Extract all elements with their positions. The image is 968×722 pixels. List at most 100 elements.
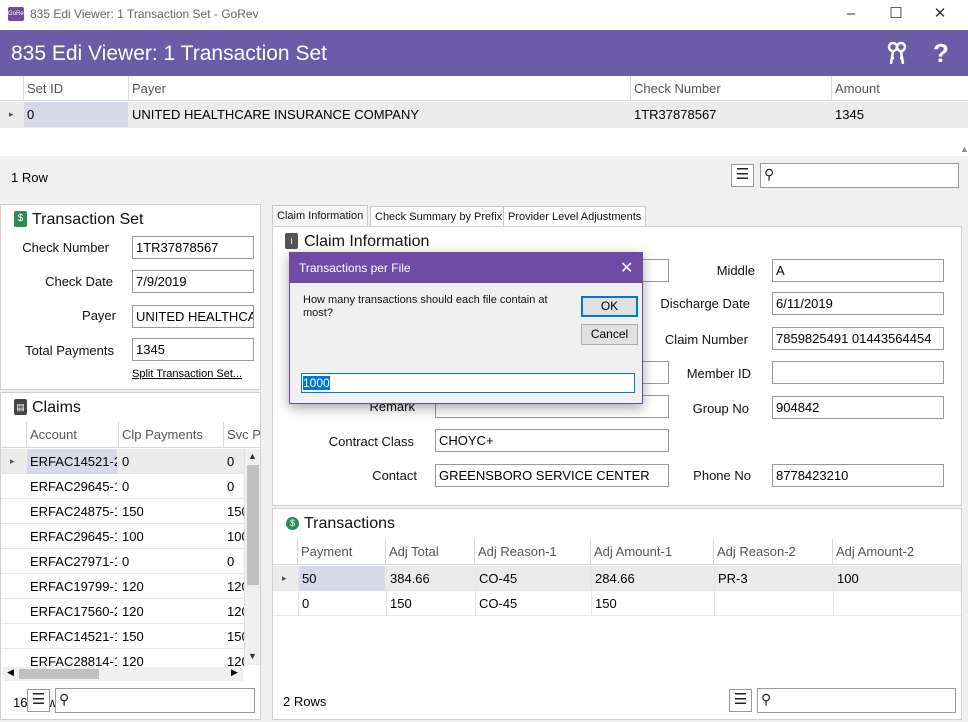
claims-cell[interactable]: ERFAC17560-2: [27, 599, 117, 624]
table-row[interactable]: ▸ 0 UNITED HEALTHCARE INSURANCE COMPANY …: [0, 102, 968, 128]
help-icon[interactable]: ?: [933, 38, 949, 69]
claims-cell[interactable]: ERFAC29645-1: [27, 524, 117, 549]
table-row[interactable]: ERFAC29645-1100100: [1, 524, 244, 549]
middle-field[interactable]: A: [772, 259, 944, 282]
transactions-count-input[interactable]: 1000: [301, 373, 635, 393]
claims-cell[interactable]: 0: [224, 449, 244, 474]
transaction-cell[interactable]: 50: [298, 566, 385, 591]
phone-no-field[interactable]: 8778423210: [772, 464, 944, 487]
maximize-icon[interactable]: ☐: [886, 4, 906, 24]
menu-button[interactable]: ☰: [729, 689, 752, 712]
transaction-cell[interactable]: PR-3: [714, 566, 832, 591]
claims-cell[interactable]: 100: [119, 524, 222, 549]
column-header[interactable]: Amount: [831, 76, 968, 101]
transaction-cell[interactable]: CO-45: [475, 566, 590, 591]
member-id-field[interactable]: [772, 361, 944, 384]
contract-class-field[interactable]: CHOYC+: [435, 429, 669, 452]
claims-cell[interactable]: 100: [224, 524, 244, 549]
claims-cell[interactable]: ERFAC19799-1: [27, 574, 117, 599]
claims-cell[interactable]: ERFAC14521-1: [27, 624, 117, 649]
claims-cell[interactable]: 0: [119, 549, 222, 574]
claims-cell[interactable]: ERFAC24875-1: [27, 499, 117, 524]
claims-cell[interactable]: 0: [224, 549, 244, 574]
scroll-thumb[interactable]: [247, 465, 259, 585]
claims-cell[interactable]: ERFAC27971-1: [27, 549, 117, 574]
claim-number-field[interactable]: 7859825491 01443564454: [772, 327, 944, 350]
transaction-cell[interactable]: 384.66: [386, 566, 474, 591]
claims-cell[interactable]: 120: [119, 574, 222, 599]
transaction-cell[interactable]: 284.66: [591, 566, 713, 591]
check-date-field[interactable]: 7/9/2019: [132, 270, 254, 293]
payer-field[interactable]: UNITED HEALTHCARE INSURANCE COMPANY: [132, 305, 254, 328]
column-header[interactable]: Clp Payments: [118, 422, 223, 447]
check-number-cell[interactable]: 1TR37878567: [631, 102, 830, 127]
claims-cell[interactable]: 0: [119, 474, 222, 499]
payer-cell[interactable]: UNITED HEALTHCARE INSURANCE COMPANY: [129, 102, 629, 127]
table-row[interactable]: ERFAC19799-1120120: [1, 574, 244, 599]
scroll-up-icon[interactable]: ▲: [248, 451, 257, 461]
minimize-icon[interactable]: –: [841, 4, 861, 24]
split-transaction-link[interactable]: Split Transaction Set...: [132, 368, 242, 380]
close-icon[interactable]: ✕: [930, 4, 950, 24]
table-row[interactable]: ▸ ERFAC14521-2 0 0: [1, 449, 244, 474]
transaction-cell[interactable]: [833, 591, 953, 616]
total-payments-field[interactable]: 1345: [132, 338, 254, 361]
vertical-scrollbar[interactable]: ▲ ▼: [244, 449, 260, 665]
claims-cell[interactable]: 150: [119, 499, 222, 524]
column-header[interactable]: Adj Amount-1: [590, 539, 713, 564]
transaction-cell[interactable]: 100: [833, 566, 953, 591]
check-number-field[interactable]: 1TR37878567: [132, 236, 254, 259]
claims-cell[interactable]: 120: [119, 599, 222, 624]
scroll-down-icon[interactable]: ▼: [248, 651, 257, 661]
tab-check-summary[interactable]: Check Summary by Prefix: [370, 206, 508, 227]
table-row[interactable]: ERFAC27971-1 0 0: [1, 549, 244, 574]
column-header[interactable]: Adj Amount-2: [832, 539, 961, 564]
tab-provider-adjustments[interactable]: Provider Level Adjustments: [503, 206, 647, 227]
claims-cell[interactable]: 150: [224, 499, 244, 524]
transaction-cell[interactable]: 150: [591, 591, 713, 616]
discharge-date-field[interactable]: 6/11/2019: [772, 292, 944, 315]
horizontal-scrollbar[interactable]: ◀ ▶: [3, 667, 243, 681]
tab-claim-information[interactable]: Claim Information: [272, 205, 369, 226]
column-header[interactable]: Payment: [297, 539, 385, 564]
table-row[interactable]: ERFAC14521-1150150: [1, 624, 244, 649]
search-input[interactable]: ⚲: [757, 688, 956, 713]
column-header[interactable]: Check Number: [630, 76, 831, 101]
set-id-cell[interactable]: 0: [24, 102, 128, 127]
column-header[interactable]: Adj Reason-2: [713, 539, 832, 564]
search-input[interactable]: ⚲: [760, 163, 959, 188]
search-input[interactable]: ⚲: [55, 688, 255, 713]
claims-cell[interactable]: 0: [224, 474, 244, 499]
ok-button[interactable]: OK: [581, 296, 638, 317]
table-row[interactable]: ERFAC17560-2120120: [1, 599, 244, 624]
column-header[interactable]: Adj Total: [385, 539, 474, 564]
amount-cell[interactable]: 1345: [832, 102, 962, 127]
scroll-up-icon[interactable]: ▲: [960, 144, 968, 154]
cancel-button[interactable]: Cancel: [581, 324, 638, 345]
transaction-cell[interactable]: [714, 591, 832, 616]
claims-cell[interactable]: 120: [224, 599, 244, 624]
column-header[interactable]: Payer: [128, 76, 630, 101]
claims-cell[interactable]: 150: [119, 624, 222, 649]
table-row[interactable]: 0 150 CO-45 150: [273, 591, 961, 616]
keys-icon[interactable]: [884, 40, 910, 66]
scroll-right-icon[interactable]: ▶: [231, 667, 238, 678]
column-header[interactable]: Set ID: [23, 76, 128, 101]
claims-cell[interactable]: ERFAC14521-2: [27, 449, 117, 474]
column-header[interactable]: Adj Reason-1: [474, 539, 590, 564]
column-header[interactable]: Account: [26, 422, 118, 447]
table-row[interactable]: ERFAC24875-1150150: [1, 499, 244, 524]
claims-cell[interactable]: 0: [119, 449, 222, 474]
transaction-cell[interactable]: 150: [386, 591, 474, 616]
claims-cell[interactable]: 120: [224, 574, 244, 599]
table-row[interactable]: ▸ 50 384.66 CO-45 284.66 PR-3 100: [273, 566, 961, 591]
close-icon[interactable]: ✕: [620, 258, 633, 278]
menu-button[interactable]: ☰: [731, 164, 754, 187]
table-row[interactable]: ERFAC29645-1 0 0: [1, 474, 244, 499]
group-no-field[interactable]: 904842: [772, 396, 944, 419]
contact-field[interactable]: GREENSBORO SERVICE CENTER: [435, 464, 669, 487]
transaction-cell[interactable]: CO-45: [475, 591, 590, 616]
scroll-thumb[interactable]: [19, 669, 99, 679]
scroll-left-icon[interactable]: ◀: [7, 667, 14, 678]
menu-button[interactable]: ☰: [27, 689, 50, 712]
